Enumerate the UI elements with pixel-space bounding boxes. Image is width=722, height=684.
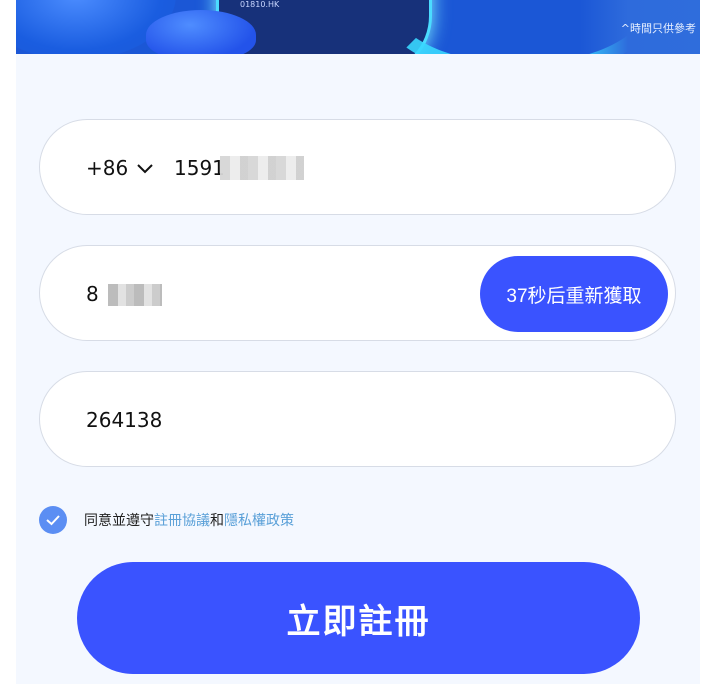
privacy-link[interactable]: 隱私權政策 xyxy=(224,510,294,530)
country-code[interactable]: +86 xyxy=(86,156,128,180)
agreement-row: 同意並遵守 註冊協議和隱私權政策 xyxy=(39,506,294,534)
banner-ticker-text: 01810.HK xyxy=(240,0,280,9)
agree-checkbox[interactable] xyxy=(39,506,67,534)
chevron-down-icon[interactable] xyxy=(136,160,154,178)
agreement-conjunction: 和 xyxy=(210,513,224,529)
registration-page: 01810.HK ^時間只供參考 +86 1591 8 37秒后重新獲取 264… xyxy=(16,0,700,684)
phone-field[interactable]: +86 1591 xyxy=(39,119,676,215)
agreement-prefix: 同意並遵守 xyxy=(84,513,154,529)
redacted-digits xyxy=(220,156,304,180)
resend-code-button[interactable]: 37秒后重新獲取 xyxy=(480,256,668,332)
invite-code-field[interactable]: 264138 xyxy=(39,371,676,467)
invite-code-value[interactable]: 264138 xyxy=(86,408,162,432)
banner-mascot xyxy=(146,10,256,54)
redacted-code xyxy=(108,284,162,306)
checkmark-icon xyxy=(46,515,60,526)
terms-link[interactable]: 註冊協議 xyxy=(154,510,210,530)
sms-code-value[interactable]: 8 xyxy=(86,282,99,306)
promo-banner: 01810.HK ^時間只供參考 xyxy=(16,0,700,54)
phone-input-value[interactable]: 1591 xyxy=(174,156,225,180)
register-button[interactable]: 立即註冊 xyxy=(77,562,640,674)
sms-code-field[interactable]: 8 37秒后重新獲取 xyxy=(39,245,676,341)
banner-disclaimer: ^時間只供參考 xyxy=(620,22,696,35)
